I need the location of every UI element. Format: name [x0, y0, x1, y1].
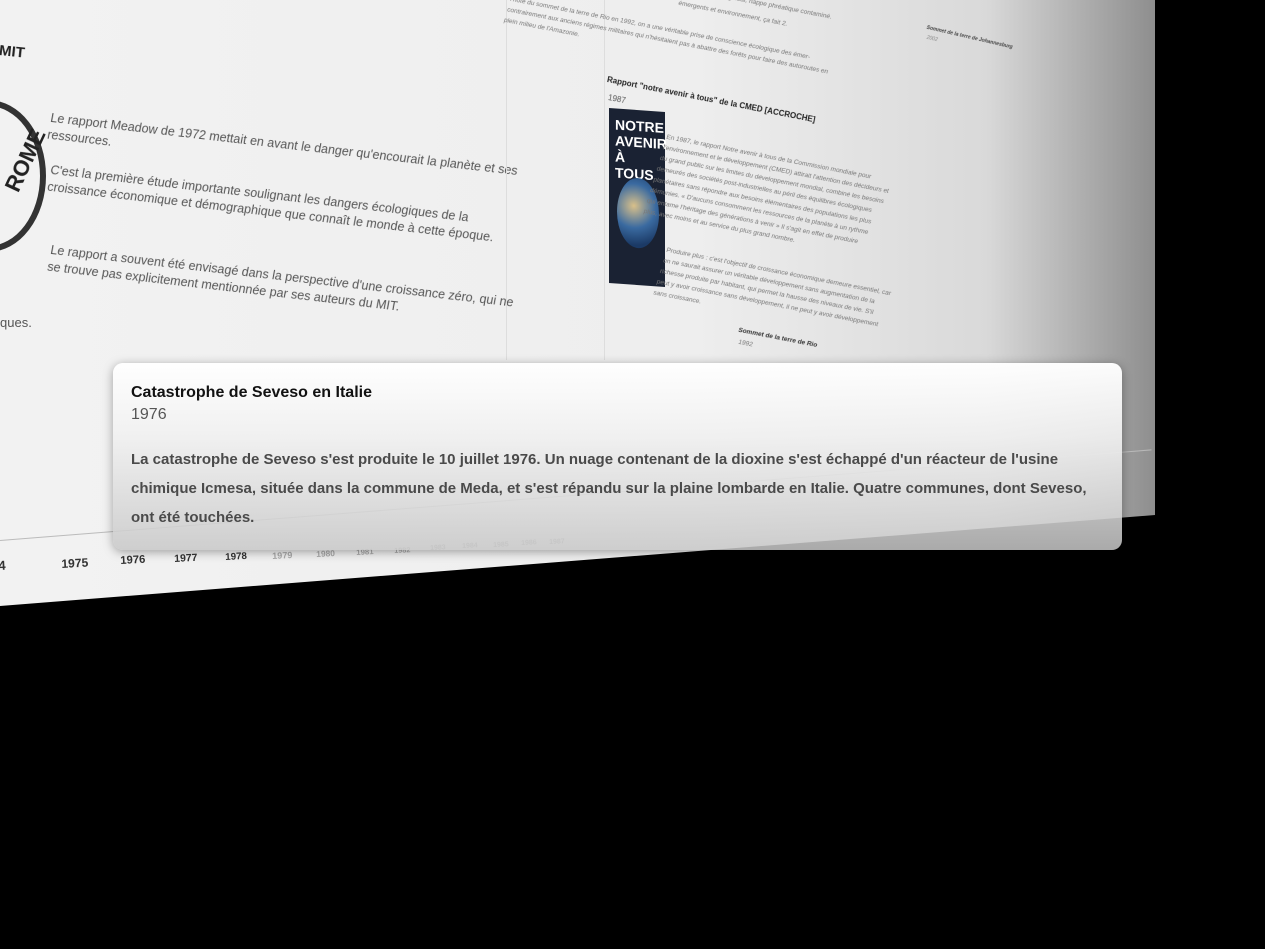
event-detail-card[interactable]: Catastrophe de Seveso en Italie 1976 La …	[113, 363, 1122, 550]
timeline-year-tick[interactable]: 1976	[120, 554, 146, 567]
event-year: 1976	[131, 406, 167, 423]
dark-edge	[1155, 0, 1265, 520]
rapport-text: En 1987, le rapport Notre avenir à tous …	[642, 133, 890, 246]
column-divider	[506, 0, 507, 360]
text-fragment: ques.	[0, 315, 32, 330]
event-title: Catastrophe de Seveso en Italie	[131, 384, 372, 401]
rapport-year: 1987	[607, 93, 627, 106]
meadow-paragraph-3: Le rapport a souvent été envisagé dans l…	[46, 242, 515, 314]
timeline-year-tick[interactable]: 1979	[272, 549, 293, 560]
timeline-years: 4197519761977197819791980198119821983198…	[0, 538, 1155, 578]
event-description: La catastrophe de Seveso s'est produite …	[131, 451, 1087, 526]
timeline-year-tick[interactable]: 1978	[225, 551, 247, 563]
column-divider	[604, 0, 605, 360]
timeline-year-tick[interactable]: 1977	[174, 552, 198, 564]
mit-label: MIT	[0, 42, 26, 62]
timeline-year-tick[interactable]: 4	[0, 558, 6, 573]
timeline-year-tick[interactable]: 1975	[61, 555, 89, 570]
rapport-text-2: Produire plus : c'est l'objectif de croi…	[652, 246, 892, 329]
